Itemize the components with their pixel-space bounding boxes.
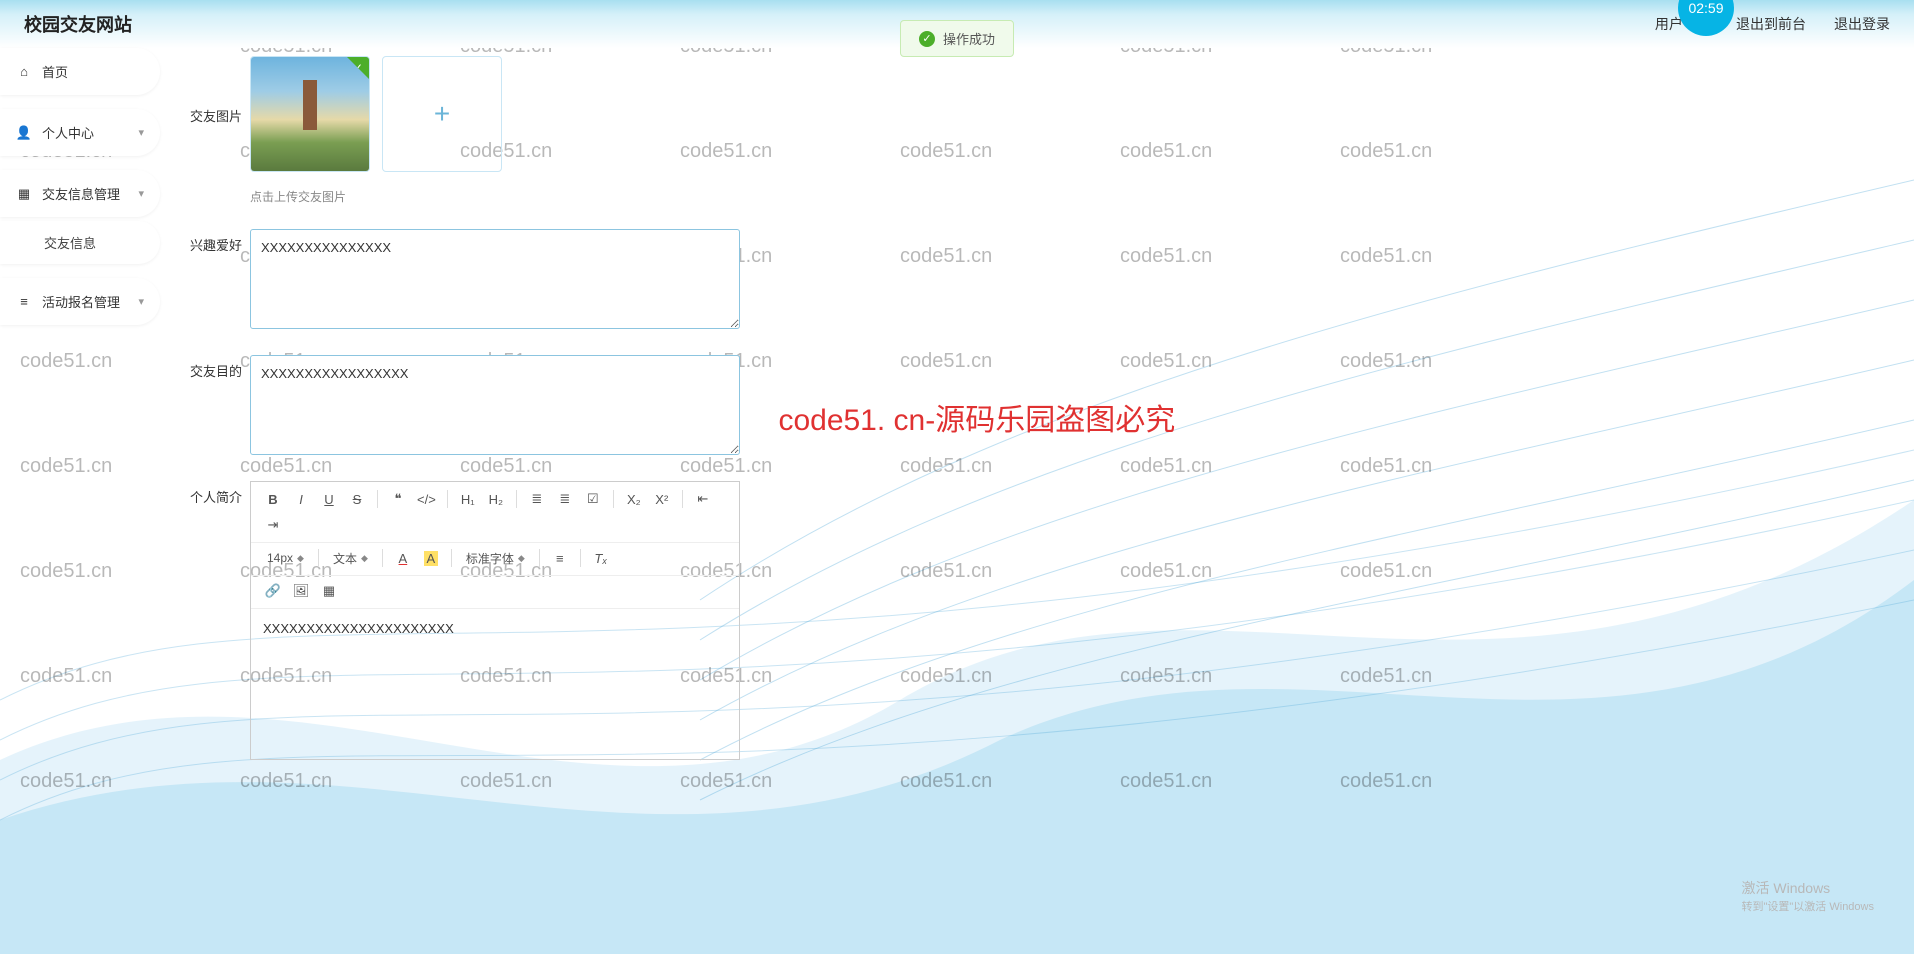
home-icon: ⌂ [16, 64, 32, 80]
nav-friend-info[interactable]: 交友信息 [0, 221, 160, 264]
intro-label: 个人简介 [190, 481, 250, 506]
chevron-down-icon: ▾ [138, 126, 144, 139]
plus-icon: + [434, 98, 450, 130]
code-button[interactable]: </> [414, 488, 439, 510]
editor-toolbar-row1: B I U S ❝ </> H₁ H₂ ≣ ≣ ☑ X₂ X² ⇤ ⇥ [251, 482, 739, 543]
ol-button[interactable]: ≣ [553, 488, 577, 510]
check-icon: ✓ [919, 31, 935, 47]
superscript-button[interactable]: X² [650, 488, 674, 510]
font-family-select[interactable]: 标准字体◆ [460, 550, 531, 567]
chevron-down-icon: ▾ [138, 187, 144, 200]
upload-hint: 点击上传交友图片 [250, 188, 1894, 205]
italic-button[interactable]: I [289, 488, 313, 510]
editor-toolbar-row3: 🔗 🖼 ▦ [251, 576, 739, 609]
nav-friend-mgmt[interactable]: ▦ 交友信息管理 ▾ [0, 170, 160, 217]
underline-button[interactable]: U [317, 488, 341, 510]
link-button[interactable]: 🔗 [261, 580, 285, 602]
editor-body[interactable]: XXXXXXXXXXXXXXXXXXXXXX [251, 609, 739, 759]
outdent-button[interactable]: ⇥ [261, 514, 285, 536]
grid-icon: ▦ [16, 186, 32, 202]
text-color-button[interactable]: A [391, 547, 415, 569]
goal-label: 交友目的 [190, 355, 250, 380]
text-menu-select[interactable]: 文本◆ [327, 550, 374, 567]
success-toast: ✓ 操作成功 [900, 20, 1014, 57]
checklist-button[interactable]: ☑ [581, 488, 605, 510]
site-title: 校园交友网站 [24, 11, 132, 37]
form-content: 交友图片 ✓ + 点击上传交友图片 兴趣爱好 交友目的 个人简介 B I U S [190, 56, 1894, 786]
hobby-label: 兴趣爱好 [190, 229, 250, 254]
h1-button[interactable]: H₁ [456, 488, 480, 510]
rich-editor: B I U S ❝ </> H₁ H₂ ≣ ≣ ☑ X₂ X² ⇤ ⇥ [250, 481, 740, 760]
video-button[interactable]: ▦ [317, 580, 341, 602]
toast-text: 操作成功 [943, 29, 995, 48]
subscript-button[interactable]: X₂ [622, 488, 646, 510]
chevron-down-icon: ▾ [138, 295, 144, 308]
logout-front-link[interactable]: 退出到前台 [1736, 14, 1806, 34]
ul-button[interactable]: ≣ [525, 488, 549, 510]
bg-color-button[interactable]: A [419, 547, 443, 569]
windows-activation: 激活 Windows 转到"设置"以激活 Windows [1742, 878, 1875, 914]
nav-activity[interactable]: ≡ 活动报名管理 ▾ [0, 278, 160, 325]
quote-button[interactable]: ❝ [386, 488, 410, 510]
h2-button[interactable]: H₂ [484, 488, 508, 510]
clear-format-button[interactable]: Tₓ [589, 547, 613, 569]
hobby-textarea[interactable] [250, 229, 740, 329]
image-label: 交友图片 [190, 56, 250, 125]
nav-profile[interactable]: 👤 个人中心 ▾ [0, 109, 160, 156]
strike-button[interactable]: S [345, 488, 369, 510]
nav-home[interactable]: ⌂ 首页 [0, 48, 160, 95]
bold-button[interactable]: B [261, 488, 285, 510]
upload-button[interactable]: + [382, 56, 502, 172]
sidebar: ⌂ 首页 👤 个人中心 ▾ ▦ 交友信息管理 ▾ 交友信息 ≡ 活动报名管理 ▾ [0, 48, 160, 339]
image-button[interactable]: 🖼 [289, 580, 313, 602]
goal-textarea[interactable] [250, 355, 740, 455]
align-button[interactable]: ≡ [548, 547, 572, 569]
user-icon: 👤 [16, 125, 32, 141]
indent-button[interactable]: ⇤ [691, 488, 715, 510]
uploaded-image[interactable]: ✓ [250, 56, 370, 172]
editor-toolbar-row2: 14px◆ 文本◆ A A 标准字体◆ ≡ Tₓ [251, 543, 739, 576]
logout-link[interactable]: 退出登录 [1834, 14, 1890, 34]
font-size-select[interactable]: 14px◆ [261, 551, 310, 565]
list-icon: ≡ [16, 294, 32, 310]
